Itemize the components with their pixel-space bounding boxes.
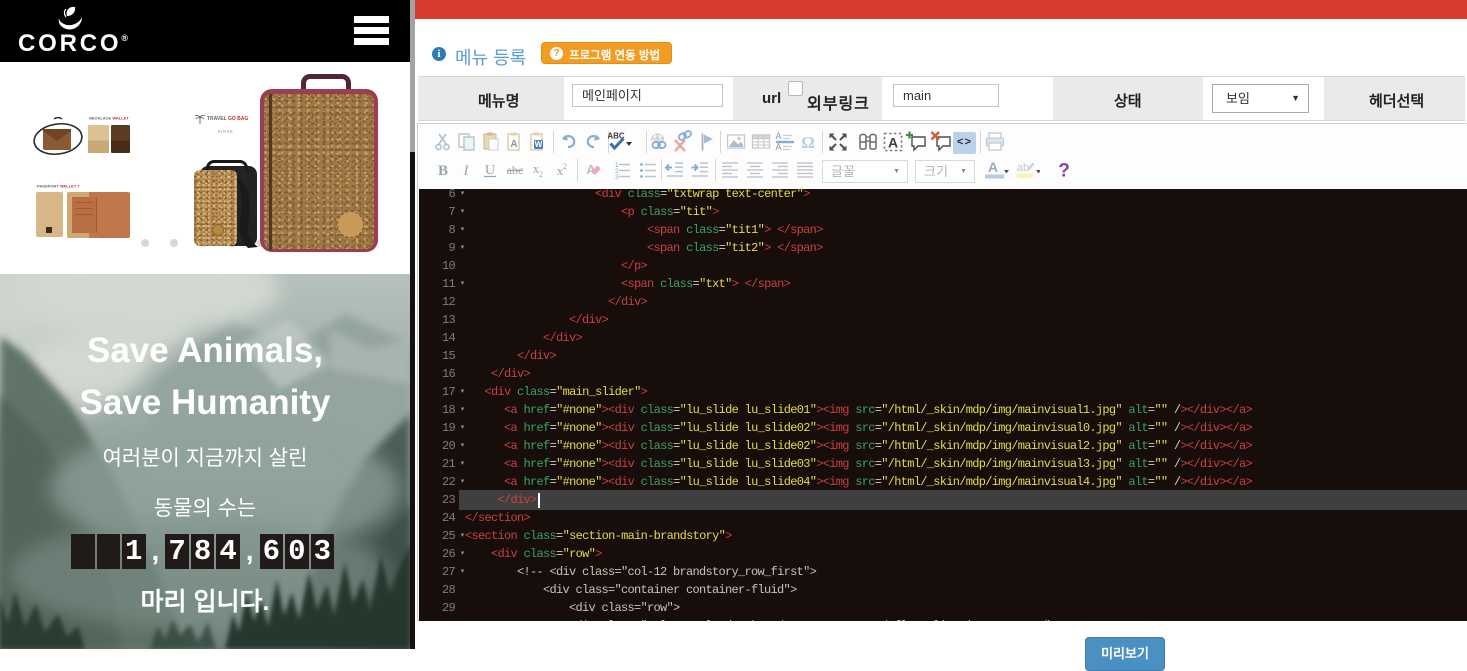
svg-text:3: 3 [615,174,619,181]
svg-text:2: 2 [539,170,543,179]
svg-text:A: A [510,139,517,150]
svg-text:B: B [438,163,448,179]
svg-text:A: A [775,131,781,141]
svg-text:ab: ab [1017,162,1029,174]
svg-text:?: ? [1058,161,1070,182]
svg-text:A: A [988,159,998,175]
svg-text:U: U [485,163,495,178]
svg-text:2: 2 [563,162,567,171]
svg-text:Ω: Ω [801,133,815,152]
svg-text:A: A [775,142,781,152]
svg-text:I: I [463,163,470,179]
svg-text:A: A [888,135,898,151]
svg-text:W: W [535,140,543,149]
